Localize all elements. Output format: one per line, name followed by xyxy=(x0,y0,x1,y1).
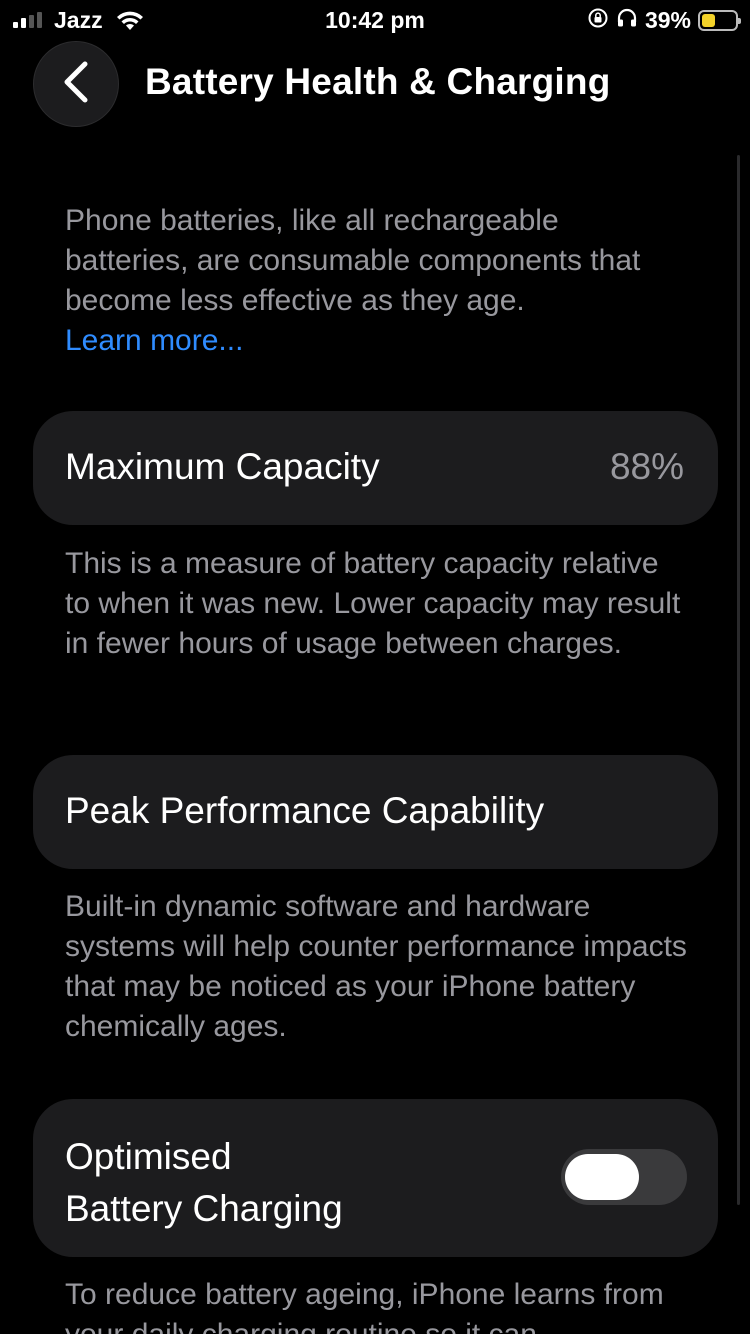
optimised-charging-label-line2: Battery Charging xyxy=(65,1188,343,1229)
back-button[interactable] xyxy=(33,41,119,127)
headphones-icon xyxy=(616,7,638,34)
optimised-charging-toggle[interactable] xyxy=(561,1149,687,1205)
battery-percent: 39% xyxy=(644,6,691,33)
maximum-capacity-value: 88% xyxy=(609,446,684,487)
peak-performance-description: Built-in dynamic software and hardware s… xyxy=(65,890,687,1043)
peak-performance-row: Peak Performance Capability xyxy=(33,755,718,869)
battery-icon xyxy=(698,9,741,31)
status-bar: Jazz 10:42 pm 39% xyxy=(0,0,750,40)
intro-description: Phone batteries, like all rechargeable b… xyxy=(65,204,641,317)
optimised-charging-label: Optimised Battery Charging xyxy=(65,1131,343,1235)
toggle-knob xyxy=(565,1154,639,1200)
optimised-charging-row: Optimised Battery Charging xyxy=(33,1099,718,1257)
page-title: Battery Health & Charging xyxy=(145,61,611,102)
learn-more-link[interactable]: Learn more... xyxy=(65,321,690,361)
maximum-capacity-label: Maximum Capacity xyxy=(65,446,380,487)
optimised-charging-description: To reduce battery ageing, iPhone learns … xyxy=(65,1278,664,1334)
optimised-charging-label-line1: Optimised xyxy=(65,1136,232,1177)
chevron-left-icon xyxy=(61,60,91,109)
orientation-lock-icon xyxy=(587,7,609,34)
maximum-capacity-row: Maximum Capacity 88% xyxy=(33,411,718,525)
scrollbar[interactable] xyxy=(737,155,740,1205)
intro-text: Phone batteries, like all rechargeable b… xyxy=(65,201,690,361)
peak-performance-label: Peak Performance Capability xyxy=(65,790,545,831)
maximum-capacity-description: This is a measure of battery capacity re… xyxy=(65,547,681,660)
